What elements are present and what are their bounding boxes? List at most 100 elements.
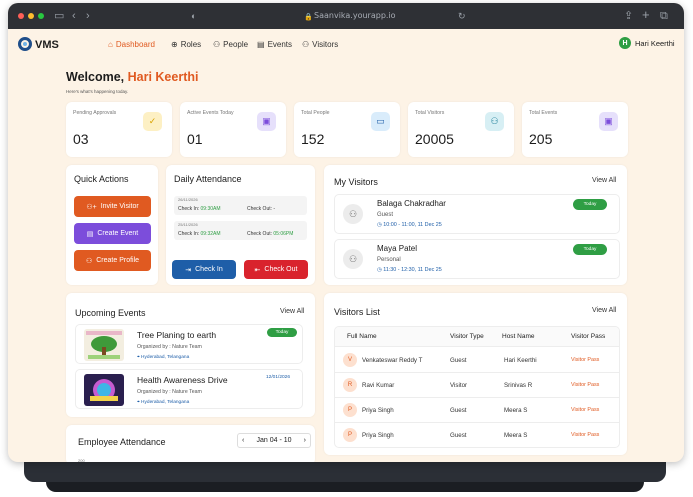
nav-people[interactable]: ⚇ People: [213, 40, 248, 49]
page-title: Welcome, Hari Keerthi: [66, 70, 198, 84]
greeting-text: Welcome,: [66, 70, 125, 84]
event-date-badge: Today: [267, 328, 297, 337]
address-bar[interactable]: Saanvika.yourapp.io: [314, 11, 396, 20]
stat-card-total-visitors[interactable]: Total Visitors 20005 ⚇: [408, 102, 514, 157]
quick-actions-title: Quick Actions: [74, 174, 129, 184]
cell-type: Visitor: [450, 382, 468, 389]
chevron-right-icon[interactable]: ›: [304, 437, 306, 444]
create-profile-button[interactable]: ⚇ Create Profile: [74, 250, 151, 271]
ticket-icon: ▣: [599, 112, 618, 131]
check-icon: ✓: [143, 112, 162, 131]
avatar: P: [343, 428, 357, 442]
stat-card-pending-approvals[interactable]: Pending Approvals 03 ✓: [66, 102, 172, 157]
table-row[interactable]: P Priya Singh Guest Meera S Visitor Pass: [335, 423, 619, 447]
stat-card-total-events[interactable]: Total Events 205 ▣: [522, 102, 628, 157]
table-row[interactable]: R Ravi Kumar Visitor Srinivas R Visitor …: [335, 373, 619, 398]
avatar: P: [343, 403, 357, 417]
share-icon[interactable]: ⇪: [624, 9, 633, 23]
cell-name: Priya Singh: [362, 432, 394, 439]
check-in-label: Check In:: [178, 231, 200, 237]
event-name: Tree Planing to earth: [137, 330, 217, 340]
check-in-label: Check In:: [178, 206, 200, 212]
status-badge: Today: [573, 199, 607, 210]
nav-visitors[interactable]: ⚇ Visitors: [302, 40, 338, 49]
column-header: Visitor Pass: [571, 333, 606, 340]
check-out-time: 05:06PM: [273, 231, 294, 237]
close-window-dot[interactable]: [18, 13, 24, 19]
nav-label: Roles: [180, 40, 202, 49]
profile-icon: ⚇: [85, 257, 93, 265]
greeting-name: Hari Keerthi: [127, 70, 199, 84]
maximize-window-dot[interactable]: [38, 13, 44, 19]
tabs-overview-icon[interactable]: ⧉: [660, 9, 668, 23]
vms-logo-icon: [18, 37, 32, 51]
visitors-list-title: Visitors List: [334, 307, 380, 317]
my-visitors-card: My Visitors View All ⚇ Balaga Chakradhar…: [324, 165, 627, 285]
visitor-pass-link[interactable]: Visitor Pass: [571, 432, 599, 438]
visitor-item[interactable]: ⚇ Maya Patel Personal ◷ 11:30 - 12:30, 1…: [334, 239, 620, 279]
forward-icon[interactable]: ›: [86, 9, 90, 23]
stat-value: 205: [529, 131, 553, 147]
visitor-pass-link[interactable]: Visitor Pass: [571, 382, 599, 388]
nav-dashboard[interactable]: ⌂ Dashboard: [108, 40, 155, 49]
my-visitors-view-all-link[interactable]: View All: [592, 177, 616, 184]
sidebar-toggle-icon[interactable]: ▭: [54, 9, 64, 23]
visitor-item[interactable]: ⚇ Balaga Chakradhar Guest ◷ 10:00 - 11:0…: [334, 194, 620, 234]
visitor-time: 11:30 - 12:30, 11 Dec 25: [383, 267, 442, 273]
stat-label: Total Visitors: [415, 110, 445, 116]
avatar: H: [619, 37, 631, 49]
week-picker[interactable]: ‹ Jan 04 - 10 ›: [237, 433, 311, 448]
button-label: Check In: [195, 266, 223, 273]
invite-visitor-button[interactable]: ⚇+ Invite Visitor: [74, 196, 151, 217]
cell-host: Srinivas R: [504, 382, 533, 389]
nav-roles[interactable]: ⊕ Roles: [171, 40, 201, 49]
nav-events[interactable]: ▤ Events: [257, 40, 292, 49]
attendance-date: 26/11/2026: [178, 197, 198, 202]
stat-card-total-people[interactable]: Total People 152 ▭: [294, 102, 400, 157]
reload-icon[interactable]: ↻: [458, 9, 466, 23]
calendar-icon: ▤: [257, 40, 265, 49]
attendance-row: 26/11/2026 Check In: 09:30AM Check Out: …: [174, 196, 307, 215]
back-icon[interactable]: ‹: [72, 9, 76, 23]
upcoming-events-card: Upcoming Events View All Tree Planing to…: [66, 293, 315, 417]
upcoming-events-view-all-link[interactable]: View All: [280, 308, 304, 315]
visitor-pass-link[interactable]: Visitor Pass: [571, 407, 599, 413]
check-out-button[interactable]: ⇤ Check Out: [244, 260, 308, 279]
event-item[interactable]: Health Awareness Drive Organized by : Na…: [75, 369, 303, 409]
upcoming-events-title: Upcoming Events: [75, 308, 146, 318]
roles-icon: ⊕: [171, 40, 178, 49]
create-event-button[interactable]: ▤ Create Event: [74, 223, 151, 244]
new-tab-icon[interactable]: +: [642, 8, 650, 22]
check-in-button[interactable]: ⇥ Check In: [172, 260, 236, 279]
chevron-left-icon[interactable]: ‹: [242, 437, 244, 444]
check-in-time: 09:32AM: [200, 231, 221, 237]
event-image: [84, 374, 124, 406]
visitors-list-view-all-link[interactable]: View All: [592, 307, 616, 314]
briefcase-icon: ▭: [371, 112, 390, 131]
table-row[interactable]: V Venkateswar Reddy T Guest Hari Keerthi…: [335, 348, 619, 373]
column-header: Full Name: [347, 333, 377, 340]
clock-icon: ◷: [377, 267, 382, 273]
button-label: Check Out: [264, 266, 298, 273]
event-location: Hyderabad, Telangana: [141, 355, 190, 360]
daily-attendance-title: Daily Attendance: [174, 174, 242, 184]
cell-type: Guest: [450, 357, 467, 364]
cell-name: Venkateswar Reddy T: [362, 357, 423, 364]
avatar: V: [343, 353, 357, 367]
minimize-window-dot[interactable]: [28, 13, 34, 19]
table-row[interactable]: P Priya Singh Guest Meera S Visitor Pass: [335, 398, 619, 423]
event-organizer: Organized by : Nature Team: [137, 389, 202, 395]
user-menu[interactable]: H Hari Keerthi: [619, 37, 675, 49]
nav-label: People: [223, 40, 249, 49]
check-out-label: Check Out:: [247, 206, 273, 212]
button-label: Create Profile: [96, 257, 140, 264]
visitor-pass-link[interactable]: Visitor Pass: [571, 357, 599, 363]
stat-card-active-events[interactable]: Active Events Today 01 ▣: [180, 102, 286, 157]
visitors-table: Full Name Visitor Type Host Name Visitor…: [334, 326, 620, 448]
button-label: Invite Visitor: [100, 203, 139, 210]
attendance-date: 25/11/2026: [178, 222, 198, 227]
event-item[interactable]: Tree Planing to earth Organized by : Nat…: [75, 324, 303, 364]
event-location: Hyderabad, Telangana: [141, 400, 190, 405]
cell-name: Ravi Kumar: [362, 382, 395, 389]
stat-label: Total Events: [529, 110, 558, 116]
